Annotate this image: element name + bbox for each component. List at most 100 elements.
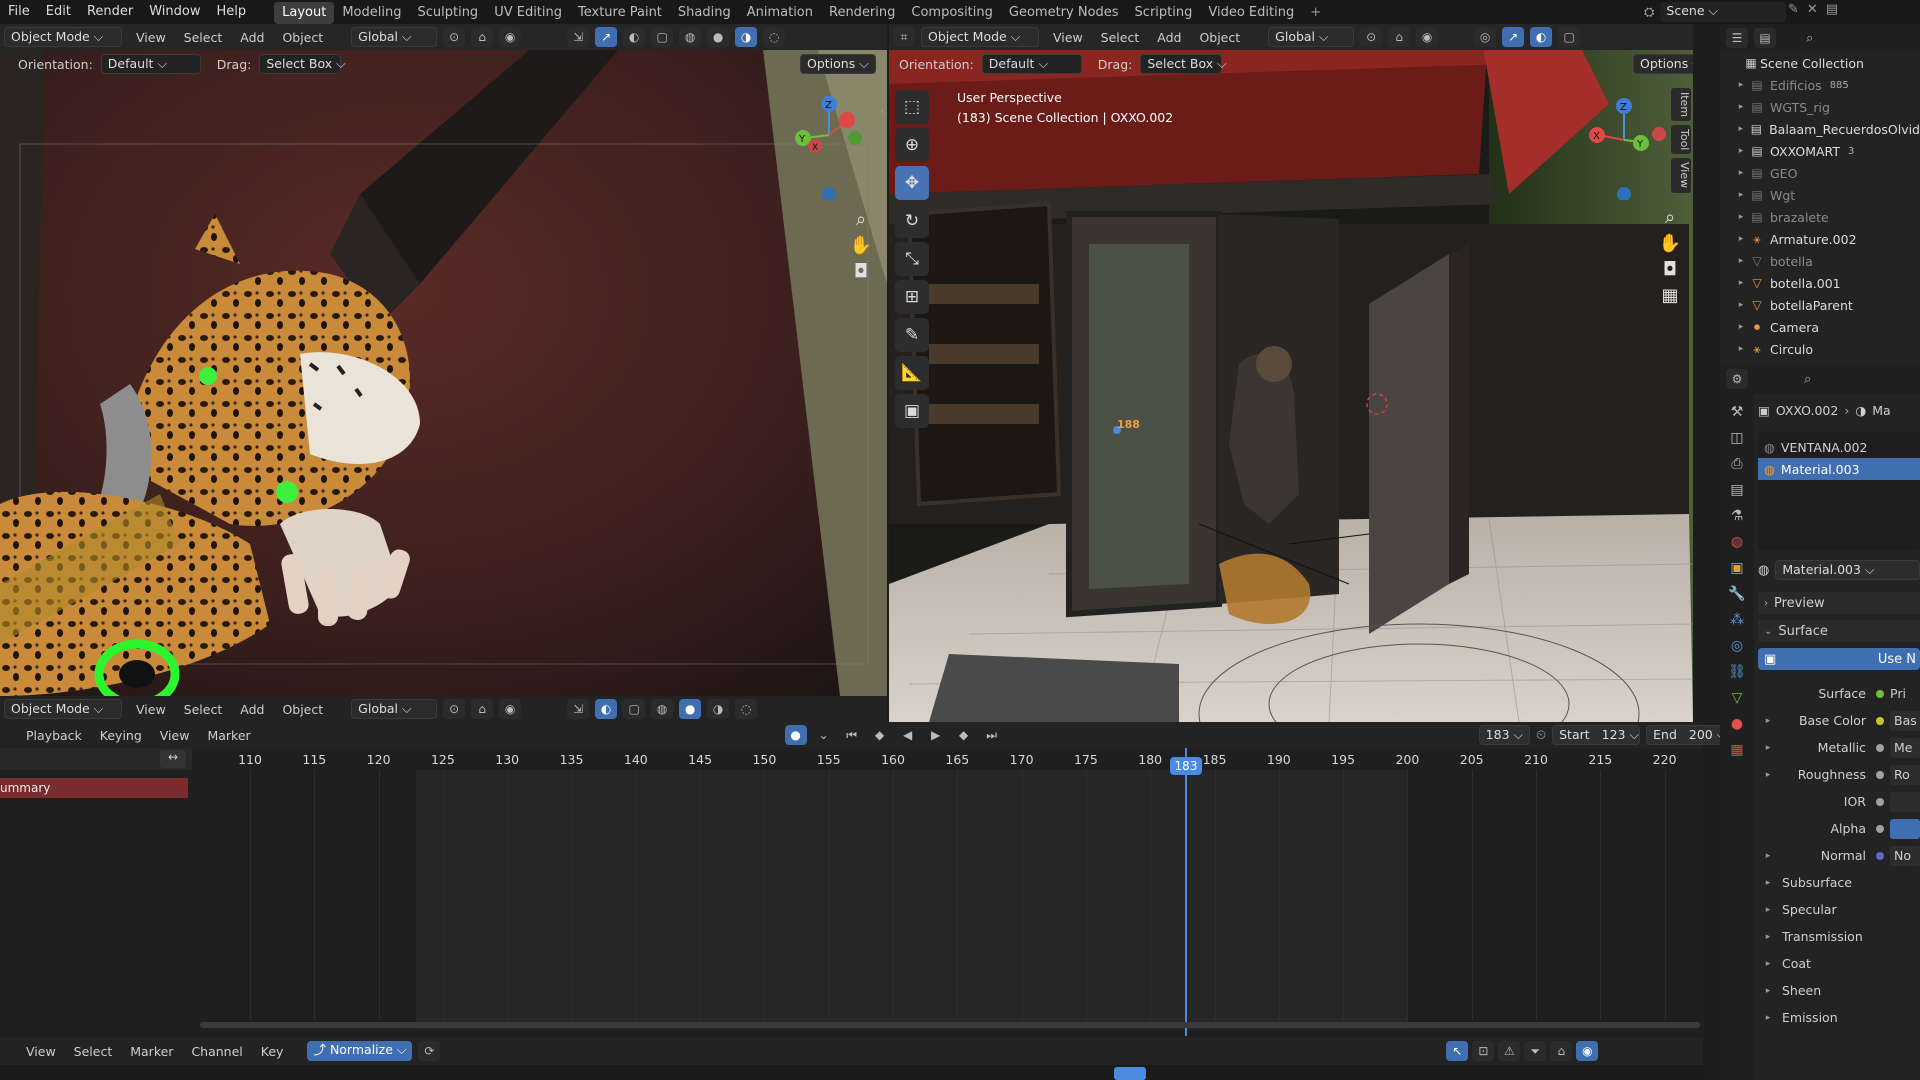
outliner-item[interactable]: ▸ ▽ botellaParent — [1720, 294, 1920, 316]
expand-icon[interactable]: ▸ — [1758, 716, 1778, 726]
data-tab-icon[interactable]: ▽ — [1732, 690, 1743, 706]
annotate-tool-icon[interactable]: ✎ — [895, 318, 929, 352]
xray-icon[interactable]: ▢ — [651, 27, 674, 47]
proportional-icon[interactable]: ◉ — [499, 27, 522, 47]
expand-icon[interactable]: ▸ — [1734, 234, 1748, 244]
xray-icon-right[interactable]: ▢ — [1558, 27, 1581, 47]
viewport-left[interactable]: Object Mode ViewSelectAddObject Global ⊙… — [0, 24, 887, 696]
start-frame-field[interactable]: Start 123 — [1552, 725, 1641, 745]
tab-animation[interactable]: Animation — [739, 2, 821, 24]
timeline-scrollbar[interactable] — [200, 1022, 1700, 1028]
viewport-left-menu-select[interactable]: Select — [176, 30, 231, 45]
snap-icon-bottom[interactable]: ⌂ — [471, 699, 494, 719]
overlay-icon-right[interactable]: ◐ — [1530, 27, 1553, 47]
tab-shading[interactable]: Shading — [670, 2, 739, 24]
tab-video-editing[interactable]: Video Editing — [1200, 2, 1302, 24]
graph-editor-menu-channel[interactable]: Channel — [183, 1044, 250, 1059]
expand-icon[interactable]: ▸ — [1758, 986, 1778, 996]
warning-icon[interactable]: ⚠ — [1498, 1041, 1521, 1061]
menu-help[interactable]: Help — [209, 0, 255, 24]
gizmo-toggle-icon[interactable]: ↗ — [595, 27, 618, 47]
expand-icon[interactable]: ▸ — [1734, 102, 1748, 112]
outliner-item[interactable]: ▸ ▤ GEO — [1720, 162, 1920, 184]
expand-icon[interactable]: ▸ — [1758, 770, 1778, 780]
expand-icon[interactable]: ▸ — [1734, 190, 1748, 200]
outliner-item[interactable]: ▸ ⚹ Armature.002 — [1720, 228, 1920, 250]
options-button[interactable]: Options — [800, 54, 876, 74]
proportional-icon-bottom[interactable]: ◉ — [499, 699, 522, 719]
jump-end-icon[interactable]: ⏭ — [981, 725, 1003, 745]
outliner-display-icon[interactable]: ▤ — [1754, 28, 1776, 48]
next-key-icon[interactable]: ◆ — [953, 725, 975, 745]
expand-icon[interactable]: ▸ — [1734, 168, 1748, 178]
shading-render-icon[interactable]: ◌ — [763, 27, 786, 47]
menu-file[interactable]: File — [0, 0, 38, 24]
outliner-item[interactable]: ▸ ▽ botella — [1720, 250, 1920, 272]
graph-editor-menu-marker[interactable]: Marker — [122, 1044, 181, 1059]
sidebar-tab-view[interactable]: View — [1671, 158, 1691, 193]
select-icon-bottom[interactable]: ⇲ — [567, 699, 590, 719]
add-workspace-button[interactable]: + — [1302, 2, 1329, 24]
play-icon[interactable]: ▶ — [925, 725, 947, 745]
transform-orientation-bottom[interactable]: Global — [351, 699, 438, 719]
expand-icon[interactable]: ▸ — [1758, 743, 1778, 753]
shader-input-value[interactable]: No — [1890, 845, 1920, 866]
tab-geometry-nodes[interactable]: Geometry Nodes — [1001, 2, 1127, 24]
expand-icon[interactable]: ▸ — [1758, 1013, 1778, 1023]
subpanel-transmission[interactable]: ▸ Transmission — [1758, 923, 1920, 950]
select-box-tool-icon[interactable]: ⬚ — [895, 90, 929, 124]
tab-compositing[interactable]: Compositing — [903, 2, 1001, 24]
pan-hand-icon[interactable]: ✋ — [848, 232, 874, 258]
graph-playhead-badge[interactable] — [1114, 1067, 1146, 1080]
mode-selector[interactable]: Object Mode — [4, 27, 122, 47]
playhead-line[interactable] — [1185, 748, 1187, 1036]
snap-icon[interactable]: ⌂ — [471, 27, 494, 47]
menu-edit[interactable]: Edit — [38, 0, 79, 24]
visibility-icon-right[interactable]: ◎ — [1474, 27, 1497, 47]
add-cube-tool-icon[interactable]: ▣ — [895, 394, 929, 428]
properties-editor-icon[interactable]: ⚙ — [1726, 369, 1748, 389]
orientation-dropdown[interactable]: Default — [100, 54, 201, 74]
refresh-icon[interactable]: ⟳ — [418, 1041, 441, 1061]
close-icon[interactable]: ✕ — [1807, 2, 1818, 17]
expand-icon[interactable]: ▸ — [1734, 212, 1748, 222]
expand-icon[interactable]: ▸ — [1758, 878, 1778, 888]
object-tab-icon[interactable]: ▣ — [1730, 560, 1743, 576]
scene-tab-icon[interactable]: ⚗ — [1731, 508, 1744, 524]
expand-icon[interactable]: ▸ — [1734, 146, 1748, 156]
surface-value[interactable]: Pri — [1890, 686, 1906, 701]
expand-icon[interactable]: ▸ — [1734, 124, 1748, 134]
transform-orientation-right[interactable]: Global — [1268, 27, 1355, 47]
editor-type-icon[interactable]: ⌗ — [893, 27, 915, 47]
viewport-bottom-left-menu-add[interactable]: Add — [232, 702, 272, 717]
expand-icon[interactable]: ▸ — [1734, 300, 1748, 310]
expand-icon[interactable]: ▸ — [1758, 959, 1778, 969]
output-tab-icon[interactable]: ⎙ — [1731, 456, 1742, 472]
tab-rendering[interactable]: Rendering — [821, 2, 903, 24]
view-layer-icon[interactable]: ▤ — [1826, 2, 1838, 17]
navigation-gizmo[interactable]: Z Y X — [785, 90, 865, 200]
surface-panel-header[interactable]: ⌄ Surface — [1758, 620, 1920, 642]
expand-icon[interactable]: ▸ — [1734, 80, 1748, 90]
scene-selector[interactable]: ⛭ Scene — [1644, 0, 1787, 24]
drag-dropdown-right[interactable]: Select Box — [1140, 54, 1223, 74]
collapse-arrow-icon[interactable]: ‹ — [880, 104, 885, 118]
zoom-icon-right[interactable]: ⌕ — [1657, 204, 1683, 230]
mode-selector-bottom[interactable]: Object Mode — [4, 699, 122, 719]
material-datablock[interactable]: ◍ Material.003 — [1758, 558, 1920, 582]
graph-editor-menu-key[interactable]: Key — [253, 1044, 292, 1059]
cursor-tool-icon[interactable]: ⊕ — [895, 128, 929, 162]
viewport-bottom-left-menu-view[interactable]: View — [128, 702, 174, 717]
shading-wire-icon[interactable]: ◍ — [679, 27, 702, 47]
timeline-menu-marker[interactable]: Marker — [199, 728, 258, 743]
jump-start-icon[interactable]: ⏮ — [841, 725, 863, 745]
tab-layout[interactable]: Layout — [274, 1, 335, 24]
subpanel-specular[interactable]: ▸ Specular — [1758, 896, 1920, 923]
camera-view-icon-right[interactable]: ◘ — [1657, 256, 1683, 282]
menu-render[interactable]: Render — [79, 0, 141, 24]
subpanel-coat[interactable]: ▸ Coat — [1758, 950, 1920, 977]
grid-view-icon[interactable]: ▦ — [1657, 282, 1683, 308]
expand-icon[interactable]: ▸ — [1734, 256, 1748, 266]
pin-icon[interactable]: ✎ — [1788, 2, 1799, 17]
render-tab-icon[interactable]: ◫ — [1730, 430, 1743, 446]
